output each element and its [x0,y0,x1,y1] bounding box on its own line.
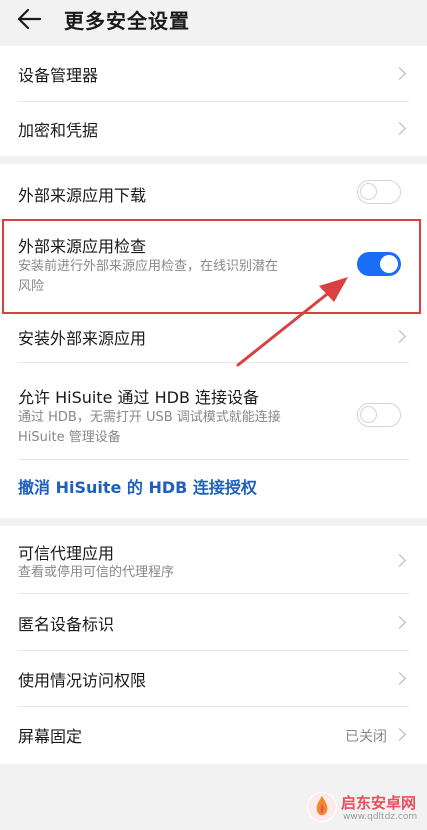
page-title: 更多安全设置 [64,9,190,33]
hisuite-hdb-label: 允许 HiSuite 通过 HDB 连接设备 [18,388,260,407]
trusted-agents-item[interactable]: 可信代理应用 查看或停用可信的代理程序 [0,526,427,590]
usage-access-item[interactable]: 使用情况访问权限 [0,650,427,706]
usage-access-label: 使用情况访问权限 [18,671,147,690]
brand-logo-icon [307,792,337,822]
chevron-right-icon [393,330,406,343]
encryption-credentials-label: 加密和凭据 [18,121,99,140]
chevron-right-icon [393,67,406,80]
device-manager-item[interactable]: 设备管理器 [0,46,427,101]
arrow-left-icon[interactable] [16,8,42,30]
revoke-hdb-link[interactable]: 撤消 HiSuite 的 HDB 连接授权 [18,474,257,498]
watermark-url: www.qdltdz.com [343,812,418,822]
device-manager-label: 设备管理器 [18,66,99,85]
chevron-right-icon [393,672,406,685]
external-source-group-card: 外部来源应用下载 外部来源应用检查 安装前进行外部来源应用检查，在线识别潜在 风… [0,164,427,518]
install-external-label: 安装外部来源应用 [18,329,147,348]
encryption-credentials-item[interactable]: 加密和凭据 [0,101,427,156]
trusted-agents-subtitle: 查看或停用可信的代理程序 [18,565,175,580]
annotation-highlight-box [2,219,421,314]
chevron-right-icon [393,728,406,741]
revoke-hdb-item[interactable]: 撤消 HiSuite 的 HDB 连接授权 [0,460,427,512]
screen-pinning-item[interactable]: 屏幕固定 已关闭 [0,706,427,762]
chevron-right-icon [393,616,406,629]
toggle-knob [360,183,377,200]
top-bar: 更多安全设置 [0,0,427,40]
external-download-item[interactable]: 外部来源应用下载 [0,164,427,220]
anonymous-id-label: 匿名设备标识 [18,615,115,634]
agent-group-card: 可信代理应用 查看或停用可信的代理程序 匿名设备标识 使用情况访问权限 屏幕固定… [0,526,427,764]
hisuite-hdb-subtitle-line1: 通过 HDB，无需打开 USB 调试模式就能连接 [18,410,281,425]
chevron-right-icon [393,554,406,567]
install-external-item[interactable]: 安装外部来源应用 [0,314,427,360]
hisuite-hdb-item[interactable]: 允许 HiSuite 通过 HDB 连接设备 通过 HDB，无需打开 USB 调… [0,372,427,456]
divider [18,362,409,363]
screen-pinning-label: 屏幕固定 [18,727,83,746]
chevron-right-icon [393,122,406,135]
trusted-agents-label: 可信代理应用 [18,544,115,563]
toggle-knob [360,406,377,423]
watermark-brand: 启东安卓网 [341,794,417,812]
hisuite-hdb-toggle[interactable] [357,403,401,427]
anonymous-id-item[interactable]: 匿名设备标识 [0,594,427,650]
external-download-toggle[interactable] [357,180,401,204]
hisuite-hdb-subtitle-line2: HiSuite 管理设备 [18,430,121,445]
screen-pinning-status: 已关闭 [345,729,387,745]
device-group-card: 设备管理器 加密和凭据 [0,46,427,156]
watermark: 启东安卓网 www.qdltdz.com [307,792,427,826]
external-download-label: 外部来源应用下载 [18,186,147,205]
